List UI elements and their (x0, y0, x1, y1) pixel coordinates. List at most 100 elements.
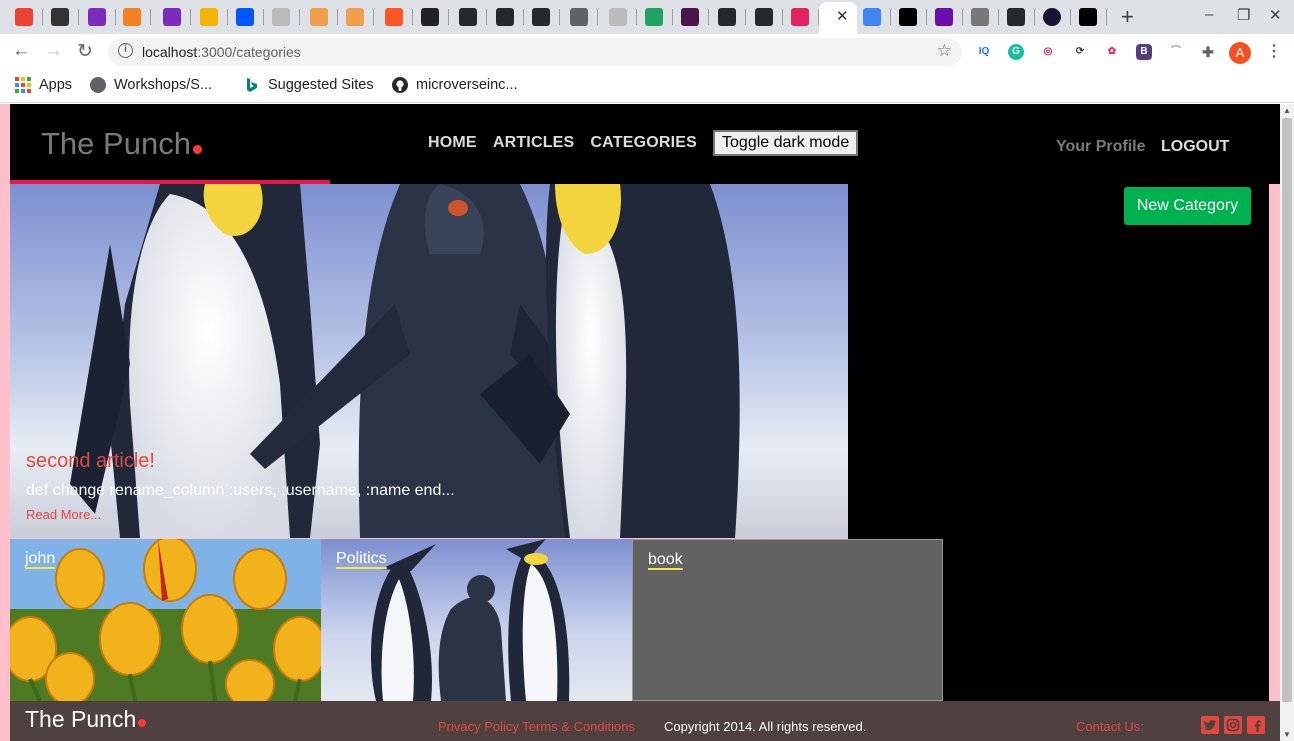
tab-favicon-icon[interactable] (1043, 8, 1061, 26)
read-more-link[interactable]: Read More... (26, 507, 101, 522)
bookmark-label: Suggested Sites (268, 77, 374, 93)
address-bar[interactable]: i localhost:3000/categories ☆ (108, 38, 962, 66)
article-title[interactable]: second article! (26, 450, 155, 473)
facebook-icon[interactable] (1247, 716, 1265, 734)
extension-icon-7[interactable]: ⌒ (1168, 44, 1184, 60)
close-tab-icon[interactable]: ✕ (836, 7, 849, 25)
logo-dot (192, 145, 202, 154)
tulips-image (10, 539, 321, 701)
bookmark-suggested-sites[interactable]: Suggested Sites (244, 77, 374, 93)
tab-favicon-icon[interactable] (496, 8, 514, 26)
extension-icon-3[interactable]: ◎ (1040, 44, 1056, 60)
restore-icon[interactable]: ❐ (1237, 6, 1250, 24)
new-category-button[interactable]: New Category (1124, 187, 1251, 225)
close-window-icon[interactable]: ✕ (1269, 6, 1282, 24)
footer-logo[interactable]: The Punch (25, 706, 147, 733)
site-logo[interactable]: The Punch (41, 126, 202, 162)
tab-favicon-icon[interactable] (163, 8, 181, 26)
tab-favicon-icon[interactable] (532, 8, 550, 26)
twitter-icon[interactable] (1201, 716, 1219, 734)
profile-avatar[interactable]: A (1229, 42, 1251, 64)
category-label[interactable]: book (648, 551, 683, 569)
tab-favicon-icon[interactable] (681, 8, 699, 26)
tab-favicon-icon[interactable] (123, 8, 141, 26)
url-path: :3000/categories (197, 44, 301, 60)
tab-separator (486, 9, 487, 25)
bookmark-apps[interactable]: Apps (15, 77, 72, 93)
tab-separator (448, 9, 449, 25)
scrollbar-thumb[interactable] (1282, 118, 1292, 702)
bookmarks-bar: Apps Workshops/S... Suggested Sites micr… (0, 70, 1294, 103)
puzzle-extensions-icon[interactable]: ✚ (1200, 44, 1216, 60)
logout-link[interactable]: LOGOUT (1161, 138, 1229, 156)
tab-favicon-icon[interactable] (200, 8, 218, 26)
browser-menu-icon[interactable]: ⋮ (1266, 41, 1282, 61)
instagram-icon[interactable] (1224, 716, 1242, 734)
tab-favicon-icon[interactable] (718, 8, 736, 26)
logo-dot (138, 719, 147, 727)
category-card[interactable]: john (10, 539, 321, 701)
grammarly-extension-icon[interactable]: G (1008, 44, 1024, 60)
tab-favicon-icon[interactable] (645, 8, 663, 26)
tab-favicon-icon[interactable] (15, 8, 33, 26)
extension-icon-4[interactable]: ⟳ (1072, 44, 1088, 60)
minimize-icon[interactable]: – (1205, 6, 1213, 23)
tab-favicon-icon[interactable] (863, 8, 881, 26)
featured-article[interactable]: second article! def change rename_column… (10, 184, 848, 538)
category-label[interactable]: john (25, 550, 55, 568)
category-card[interactable]: book (632, 539, 943, 701)
tab-favicon-icon[interactable] (421, 8, 439, 26)
tab-favicon-icon[interactable] (272, 8, 290, 26)
apps-grid-icon (15, 77, 31, 93)
nav-home[interactable]: HOME (428, 134, 477, 152)
tab-favicon-icon[interactable] (385, 8, 403, 26)
page-scrollbar[interactable]: ▲ ▼ (1280, 104, 1294, 741)
footer-policy-links[interactable]: Privacy Policy Terms & Conditions (438, 719, 635, 734)
article-excerpt: def change rename_column :users, :userna… (26, 482, 455, 499)
tab-favicon-icon[interactable] (791, 8, 809, 26)
tab-favicon-icon[interactable] (899, 8, 917, 26)
url-text[interactable]: localhost:3000/categories (142, 44, 301, 60)
bootstrap-extension-icon[interactable]: B (1136, 44, 1152, 60)
bing-icon (244, 77, 260, 93)
forward-icon[interactable]: → (44, 40, 63, 62)
tab-favicon-icon[interactable] (1007, 8, 1025, 26)
globe-icon (90, 77, 106, 93)
tab-favicon-icon[interactable] (51, 8, 69, 26)
tab-favicon-icon[interactable] (971, 8, 989, 26)
site-info-icon[interactable]: i (118, 43, 133, 58)
iq-extension-icon[interactable]: IQ (976, 44, 992, 60)
back-icon[interactable]: ← (12, 40, 31, 62)
scroll-up-icon[interactable]: ▲ (1283, 106, 1291, 115)
color-extension-icon[interactable]: ✿ (1104, 44, 1120, 60)
scroll-down-icon[interactable]: ▼ (1283, 730, 1291, 739)
tab-favicon-icon[interactable] (346, 8, 364, 26)
tab-favicon-icon[interactable] (935, 8, 953, 26)
tab-favicon-icon[interactable] (236, 8, 254, 26)
tab-favicon-icon[interactable] (570, 8, 588, 26)
category-label[interactable]: Politics (336, 550, 387, 568)
your-profile-link[interactable]: Your Profile (1056, 138, 1146, 156)
bookmark-star-icon[interactable]: ☆ (937, 41, 952, 61)
tab-separator (636, 9, 637, 25)
bookmark-workshops[interactable]: Workshops/S... (90, 77, 212, 93)
reload-icon[interactable]: ↻ (77, 40, 93, 63)
tab-separator (559, 9, 560, 25)
active-tab[interactable]: ✕ (819, 2, 857, 34)
tab-favicon-icon[interactable] (459, 8, 477, 26)
github-icon (392, 77, 408, 93)
nav-categories[interactable]: CATEGORIES (590, 134, 697, 152)
logo-area: The Punch (10, 104, 330, 184)
nav-articles[interactable]: ARTICLES (493, 134, 575, 152)
tab-separator (150, 9, 151, 25)
site-header: The Punch HOME ARTICLES CATEGORIES Toggl… (10, 104, 1280, 184)
tab-favicon-icon[interactable] (310, 8, 328, 26)
tab-favicon-icon[interactable] (1079, 8, 1097, 26)
toggle-dark-mode-button[interactable]: Toggle dark mode (713, 130, 859, 156)
category-card[interactable]: Politics (321, 539, 632, 701)
tab-favicon-icon[interactable] (755, 8, 773, 26)
tab-favicon-icon[interactable] (88, 8, 106, 26)
new-tab-button[interactable]: + (1121, 4, 1134, 30)
bookmark-microverse[interactable]: microverseinc... (392, 77, 518, 93)
tab-favicon-icon[interactable] (609, 8, 627, 26)
